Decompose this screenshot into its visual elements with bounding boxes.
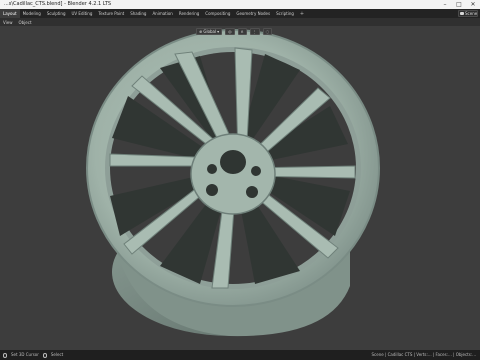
snap-toggle-button[interactable]: ∩ (237, 28, 247, 35)
transform-orientation-label: Global (203, 29, 217, 34)
tab-rendering[interactable]: Rendering (176, 9, 202, 18)
status-bar: Set 3D Cursor Select Scene | Cadillac CT… (0, 350, 480, 360)
chevron-down-icon: ▾ (217, 29, 220, 34)
maximize-button[interactable]: □ (452, 0, 466, 9)
status-bar-hints: Set 3D Cursor Select (3, 350, 63, 360)
pivot-point-button[interactable]: ◎ (225, 28, 235, 35)
hint-select: Select (50, 352, 64, 357)
proportional-icon: ◌ (265, 29, 270, 34)
tab-compositing[interactable]: Compositing (202, 9, 233, 18)
scene-label: Scene (465, 11, 478, 16)
menu-view[interactable]: View (0, 20, 16, 25)
close-button[interactable]: ✕ (466, 0, 480, 9)
tab-animation[interactable]: Animation (149, 9, 175, 18)
hint-cursor: Set 3D Cursor (11, 352, 39, 357)
wheel-model (86, 29, 380, 337)
tab-layout[interactable]: Layout (0, 9, 20, 18)
proportional-edit-button[interactable]: ◌ (262, 28, 273, 35)
window-title: ...s\Cadillac_CTS.blend] - Blender 4.2.1… (4, 1, 112, 7)
mouse-right-icon (42, 352, 47, 358)
orientation-icon: ⊕ (199, 29, 203, 34)
viewport-header: View Object (0, 18, 480, 26)
grid-snap-icon: ⋮ (252, 29, 257, 34)
menu-object[interactable]: Object (16, 20, 35, 25)
tab-shading[interactable]: Shading (127, 9, 149, 18)
tab-texture-paint[interactable]: Texture Paint (95, 9, 127, 18)
viewport-tool-header: ⊕ Global ▾ ◎ ∩ ⋮ ◌ (196, 28, 273, 35)
mouse-left-icon (3, 352, 7, 358)
transform-orientation-dropdown[interactable]: ⊕ Global ▾ (196, 28, 223, 35)
3d-viewport[interactable] (0, 26, 480, 350)
scene-statistics: Scene | Cadillac CTS | Verts:... | Faces… (371, 352, 476, 357)
workspace-tab-bar: Layout Modeling Sculpting UV Editing Tex… (0, 9, 480, 18)
scene-selector[interactable]: Scene (458, 10, 478, 17)
tab-sculpting[interactable]: Sculpting (44, 9, 69, 18)
snap-settings-button[interactable]: ⋮ (249, 28, 260, 35)
blender-window: ...s\Cadillac_CTS.blend] - Blender 4.2.1… (0, 0, 480, 360)
tab-scripting[interactable]: Scripting (273, 9, 297, 18)
add-workspace-button[interactable]: + (297, 11, 307, 17)
wheel-hub (190, 133, 276, 215)
magnet-icon: ∩ (240, 29, 244, 34)
scene-icon (460, 12, 464, 15)
tab-uv-editing[interactable]: UV Editing (69, 9, 96, 18)
minimize-button[interactable]: – (438, 0, 452, 9)
window-title-bar: ...s\Cadillac_CTS.blend] - Blender 4.2.1… (0, 0, 480, 9)
tab-geometry-nodes[interactable]: Geometry Nodes (233, 9, 273, 18)
window-controls: – □ ✕ (438, 0, 480, 9)
pivot-icon: ◎ (228, 29, 232, 34)
tab-modeling[interactable]: Modeling (20, 9, 44, 18)
